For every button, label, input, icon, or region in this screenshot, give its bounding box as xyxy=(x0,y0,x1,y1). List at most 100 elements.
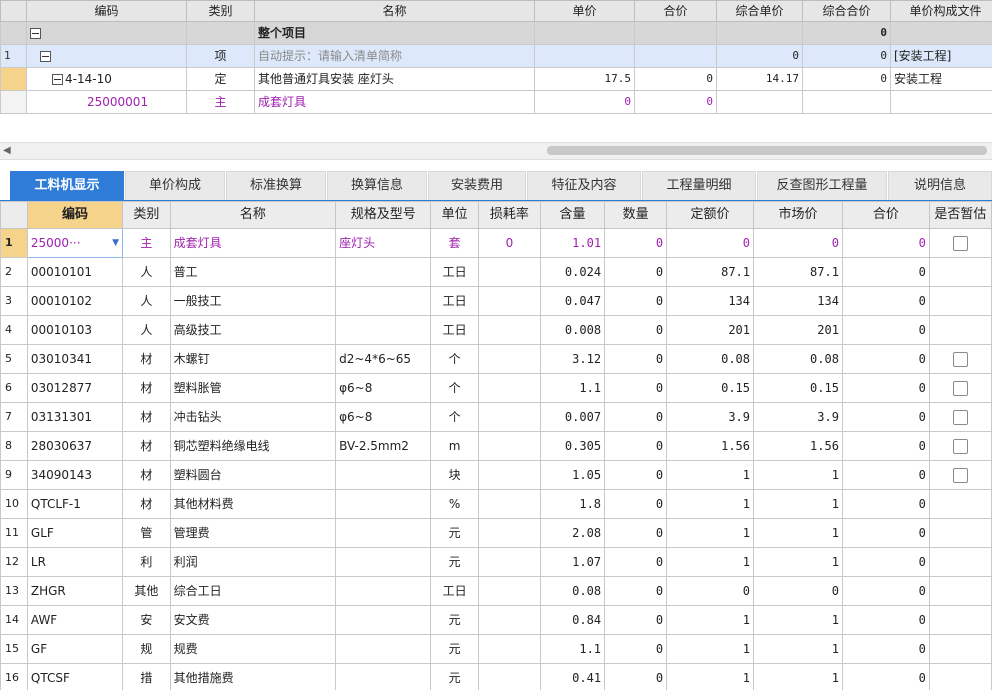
col-header-name[interactable]: 名称 xyxy=(254,0,535,22)
spec-cell[interactable] xyxy=(335,576,432,606)
resource-row[interactable]: 7 03131301 材冲击钻头 φ6~8 个 0.007 0 3.9 3.9 0 xyxy=(0,402,992,432)
spec-cell[interactable] xyxy=(335,518,432,548)
loss-rate-cell[interactable] xyxy=(477,518,541,548)
type-cell[interactable]: 措 xyxy=(122,663,171,690)
loss-rate-cell[interactable]: 0 xyxy=(477,228,541,258)
tab-labor-material-machine[interactable]: 工料机显示 xyxy=(10,171,124,200)
checkbox-icon[interactable] xyxy=(952,410,968,425)
price-file-cell[interactable]: [安装工程] xyxy=(890,44,992,68)
unit-cell[interactable]: 元 xyxy=(430,605,479,635)
provisional-cell[interactable] xyxy=(928,373,992,403)
col-header-loss-rate[interactable]: 损耗率 xyxy=(477,201,541,229)
content-cell[interactable]: 1.1 xyxy=(539,373,606,403)
resource-row[interactable]: 10 QTCLF-1 材其他材料费% 1.8 0 1 1 0 xyxy=(0,489,992,519)
tab-conversion-info[interactable]: 换算信息 xyxy=(327,171,427,200)
market-price-cell[interactable]: 0 xyxy=(753,228,843,258)
type-cell[interactable]: 规 xyxy=(122,634,171,664)
type-cell[interactable]: 主 xyxy=(122,228,171,258)
unit-cell[interactable]: 个 xyxy=(430,402,479,432)
name-cell[interactable]: 塑料胀管 xyxy=(169,373,337,403)
code-cell[interactable]: 28030637 xyxy=(26,431,124,461)
tree-collapse-icon[interactable] xyxy=(40,51,51,62)
name-cell[interactable]: 一般技工 xyxy=(169,286,337,316)
provisional-cell[interactable] xyxy=(928,286,992,316)
code-cell[interactable]: 00010101 xyxy=(26,257,124,287)
checkbox-icon[interactable] xyxy=(952,439,968,454)
loss-rate-cell[interactable] xyxy=(477,286,541,316)
unit-cell[interactable]: 元 xyxy=(430,518,479,548)
market-price-cell[interactable]: 1 xyxy=(753,489,843,519)
col-header-spec[interactable]: 规格及型号 xyxy=(335,201,432,229)
content-cell[interactable]: 1.8 xyxy=(539,489,606,519)
type-cell[interactable]: 人 xyxy=(122,286,171,316)
col-header-amount[interactable]: 合价 xyxy=(634,0,717,22)
loss-rate-cell[interactable] xyxy=(477,431,541,461)
name-cell[interactable]: 安文费 xyxy=(169,605,337,635)
code-cell[interactable]: 03010341 xyxy=(26,344,124,374)
col-header-quota-price[interactable]: 定额价 xyxy=(666,201,754,229)
code-cell[interactable]: 00010102 xyxy=(26,286,124,316)
spec-cell[interactable] xyxy=(335,605,432,635)
col-header-code[interactable]: 编码 xyxy=(26,201,124,229)
content-cell[interactable]: 0.024 xyxy=(539,257,606,287)
checkbox-icon[interactable] xyxy=(952,352,968,367)
name-cell[interactable]: 木螺钉 xyxy=(169,344,337,374)
type-cell[interactable]: 管 xyxy=(122,518,171,548)
content-cell[interactable]: 1.01 xyxy=(539,228,606,258)
code-cell[interactable]: ZHGR xyxy=(26,576,124,606)
spec-cell[interactable]: d2~4*6~65 xyxy=(335,344,432,374)
resource-row[interactable]: 9 34090143 材塑料圆台块 1.05 0 1 1 0 xyxy=(0,460,992,490)
tree-collapse-icon[interactable] xyxy=(52,74,63,85)
checkbox-icon[interactable] xyxy=(952,236,968,251)
type-cell[interactable]: 人 xyxy=(122,257,171,287)
name-cell[interactable]: 成套灯具 xyxy=(169,228,337,258)
content-cell[interactable]: 1.05 xyxy=(539,460,606,490)
price-file-cell[interactable]: 安装工程 xyxy=(890,67,992,91)
provisional-cell[interactable] xyxy=(928,402,992,432)
project-group-row[interactable]: 整个项目 0 xyxy=(0,21,992,45)
loss-rate-cell[interactable] xyxy=(477,605,541,635)
type-cell[interactable] xyxy=(186,21,255,45)
col-header-market-price[interactable]: 市场价 xyxy=(753,201,843,229)
scroll-left-icon[interactable]: ◀ xyxy=(3,145,11,156)
code-cell[interactable]: QTCSF xyxy=(26,663,124,690)
provisional-cell[interactable] xyxy=(928,518,992,548)
col-header-type[interactable]: 类别 xyxy=(186,0,255,22)
resource-row[interactable]: 11 GLF 管管理费元 2.08 0 1 1 0 xyxy=(0,518,992,548)
resource-row[interactable]: 13 ZHGR 其他 综合工日 工日 0.08 0 0 0 0 xyxy=(0,576,992,606)
code-cell[interactable]: AWF xyxy=(26,605,124,635)
code-cell[interactable]: 03012877 xyxy=(26,373,124,403)
unit-cell[interactable]: 工日 xyxy=(430,257,479,287)
unit-cell[interactable]: % xyxy=(430,489,479,519)
col-header-price[interactable]: 单价 xyxy=(534,0,635,22)
name-cell[interactable]: 其他普通灯具安装 座灯头 xyxy=(254,67,535,91)
content-cell[interactable]: 0.008 xyxy=(539,315,606,345)
provisional-cell[interactable] xyxy=(928,489,992,519)
market-price-cell[interactable]: 0.08 xyxy=(753,344,843,374)
tab-features-content[interactable]: 特征及内容 xyxy=(527,171,641,200)
loss-rate-cell[interactable] xyxy=(477,576,541,606)
name-cell[interactable]: 利润 xyxy=(169,547,337,577)
spec-cell[interactable] xyxy=(335,547,432,577)
checkbox-icon[interactable] xyxy=(952,468,968,483)
spec-cell[interactable]: φ6~8 xyxy=(335,373,432,403)
resource-row[interactable]: 8 28030637 材铜芯塑料绝缘电线 BV-2.5mm2 m 0.305 0 1.56 1.… xyxy=(0,431,992,461)
spec-cell[interactable]: 座灯头 xyxy=(335,228,432,258)
code-cell[interactable]: 25000001 xyxy=(26,90,187,114)
market-price-cell[interactable]: 87.1 xyxy=(753,257,843,287)
provisional-cell[interactable] xyxy=(928,460,992,490)
col-header-type[interactable]: 类别 xyxy=(122,201,171,229)
name-cell[interactable]: 规费 xyxy=(169,634,337,664)
type-cell[interactable]: 利 xyxy=(122,547,171,577)
code-cell[interactable]: QTCLF-1 xyxy=(26,489,124,519)
checkbox-icon[interactable] xyxy=(952,381,968,396)
loss-rate-cell[interactable] xyxy=(477,489,541,519)
name-cell[interactable]: 高级技工 xyxy=(169,315,337,345)
unit-cell[interactable]: 套 xyxy=(430,228,479,258)
type-cell[interactable]: 其他 xyxy=(122,576,171,606)
name-cell[interactable]: 冲击钻头 xyxy=(169,402,337,432)
resource-row[interactable]: 6 03012877 材塑料胀管 φ6~8 个 1.1 0 0.15 0.15 0 xyxy=(0,373,992,403)
type-cell[interactable]: 材 xyxy=(122,344,171,374)
market-price-cell[interactable]: 1 xyxy=(753,460,843,490)
name-cell[interactable]: 其他材料费 xyxy=(169,489,337,519)
